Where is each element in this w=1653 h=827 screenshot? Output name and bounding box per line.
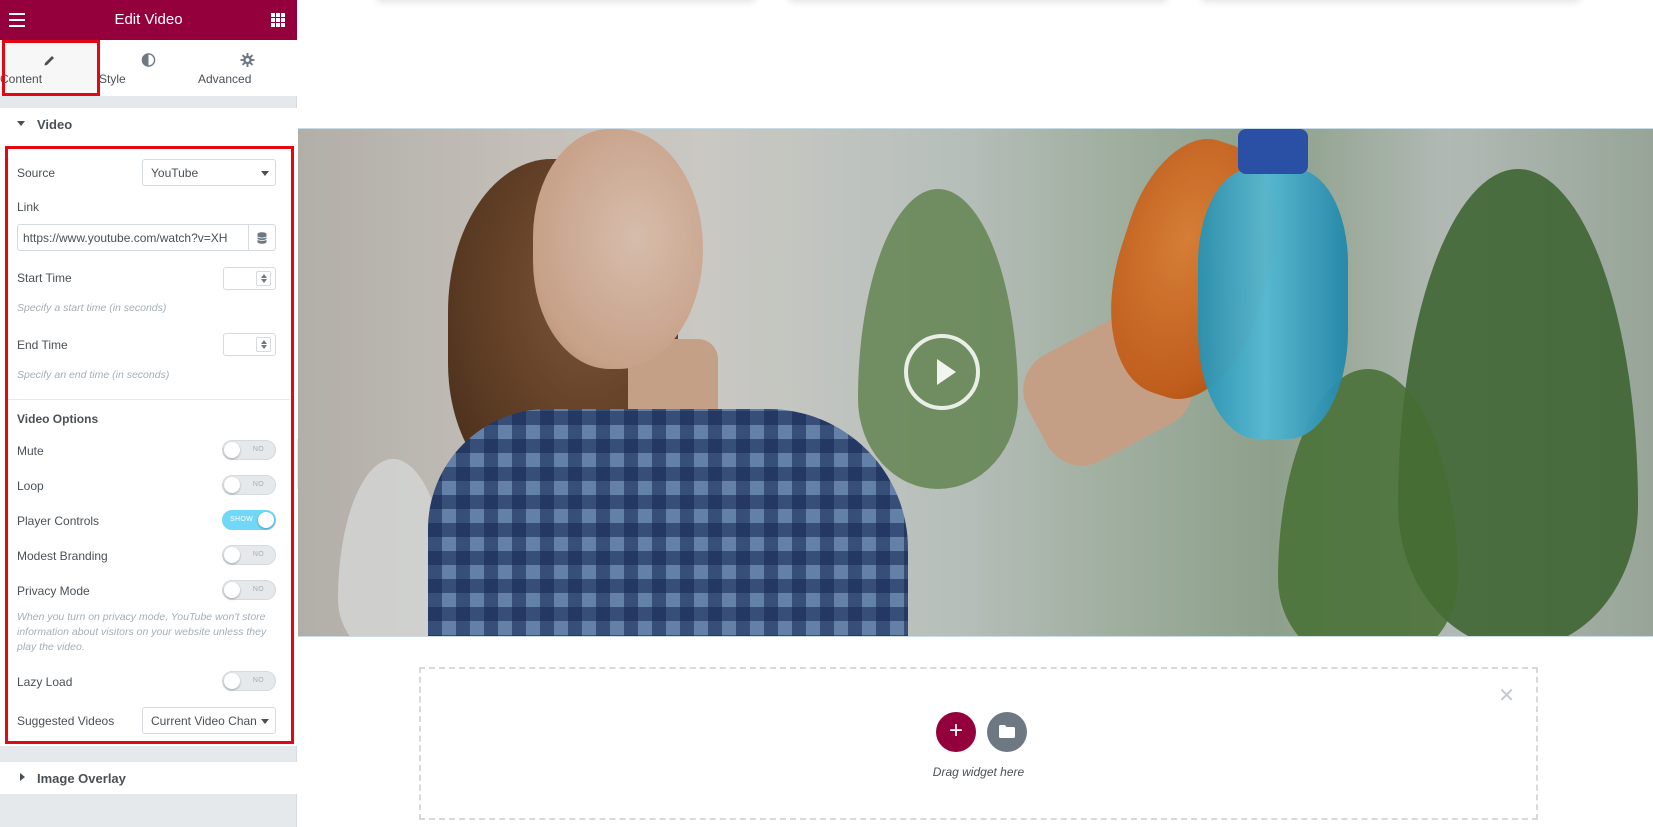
mute-label: Mute [17, 444, 44, 458]
spinner-icon[interactable] [256, 271, 271, 286]
add-template-button[interactable] [987, 712, 1027, 752]
privacy-mode-switch[interactable]: NO [222, 580, 276, 600]
section-image-overlay-title: Image Overlay [37, 771, 126, 786]
divider [6, 399, 290, 400]
switch-knob [224, 442, 240, 458]
switch-knob [224, 582, 240, 598]
empty-section-drop-zone[interactable]: ✕ + Drag widget here [419, 667, 1538, 820]
tab-style-label: Style [99, 72, 126, 86]
add-section-button[interactable]: + [936, 712, 976, 752]
modest-branding-label: Modest Branding [17, 549, 108, 563]
widgets-grid-icon[interactable] [271, 13, 285, 27]
editor-canvas: ✕ + Drag widget here [298, 0, 1653, 827]
tab-content[interactable]: Content [0, 40, 99, 96]
play-icon[interactable] [904, 334, 980, 410]
switch-state: NO [252, 446, 264, 453]
half-circle-icon [141, 53, 156, 67]
dynamic-tags-button[interactable] [249, 224, 276, 251]
chevron-down-icon [261, 171, 269, 176]
panel-title: Edit Video [114, 11, 183, 28]
close-icon[interactable]: ✕ [1498, 686, 1515, 706]
privacy-mode-hint: When you turn on privacy mode, YouTube w… [17, 611, 267, 653]
spinner-icon[interactable] [256, 337, 271, 352]
chevron-down-icon [261, 719, 269, 724]
switch-state: NO [252, 551, 264, 558]
tab-advanced[interactable]: Advanced [198, 40, 297, 96]
loop-switch[interactable]: NO [222, 475, 276, 495]
switch-knob [224, 673, 240, 689]
panel-tabs: Content Style Advanced [0, 40, 297, 96]
modest-branding-switch[interactable]: NO [222, 545, 276, 565]
video-options-heading: Video Options [17, 412, 99, 426]
tab-advanced-label: Advanced [198, 72, 252, 86]
start-time-input[interactable] [223, 267, 276, 290]
switch-state: NO [252, 481, 264, 488]
suggested-videos-select[interactable]: Current Video Chan [142, 707, 276, 734]
suggested-videos-label: Suggested Videos [17, 714, 115, 728]
switch-knob [224, 477, 240, 493]
section-video-toggle[interactable]: Video [0, 108, 297, 140]
pencil-icon [44, 56, 54, 66]
folder-icon [999, 725, 1015, 738]
database-icon [257, 232, 267, 244]
suggested-videos-value: Current Video Chan [151, 714, 257, 728]
end-time-hint: Specify an end time (in seconds) [17, 369, 170, 381]
caret-down-icon [17, 121, 25, 126]
start-time-hint: Specify a start time (in seconds) [17, 302, 167, 314]
section-image-overlay-toggle[interactable]: Image Overlay [0, 762, 297, 794]
switch-state: NO [252, 586, 264, 593]
source-select[interactable]: YouTube [142, 159, 276, 186]
mute-switch[interactable]: NO [222, 440, 276, 460]
video-widget[interactable] [298, 128, 1653, 637]
switch-knob [224, 547, 240, 563]
privacy-mode-label: Privacy Mode [17, 584, 90, 598]
source-label: Source [17, 166, 56, 180]
player-controls-switch[interactable]: SHOW [222, 510, 276, 530]
loop-label: Loop [17, 479, 44, 493]
drag-widget-text: Drag widget here [932, 765, 1025, 779]
source-select-value: YouTube [151, 166, 199, 180]
lazy-load-label: Lazy Load [17, 675, 73, 689]
section-video-title: Video [37, 117, 73, 132]
gear-icon [240, 52, 255, 68]
switch-knob [258, 512, 274, 528]
tab-content-label: Content [0, 72, 43, 86]
link-input[interactable]: https://www.youtube.com/watch?v=XH [17, 224, 249, 251]
end-time-input[interactable] [223, 333, 276, 356]
switch-state: NO [252, 677, 264, 684]
player-controls-label: Player Controls [17, 514, 100, 528]
caret-right-icon [20, 773, 25, 781]
tab-style[interactable]: Style [99, 40, 198, 96]
panel-header: Edit Video [0, 0, 297, 40]
switch-state: SHOW [230, 516, 253, 523]
link-label: Link [17, 200, 40, 214]
start-time-label: Start Time [17, 271, 72, 285]
end-time-label: End Time [17, 338, 68, 352]
lazy-load-switch[interactable]: NO [222, 671, 276, 691]
editor-panel: Edit Video Content Style Advanced Video … [0, 0, 297, 827]
